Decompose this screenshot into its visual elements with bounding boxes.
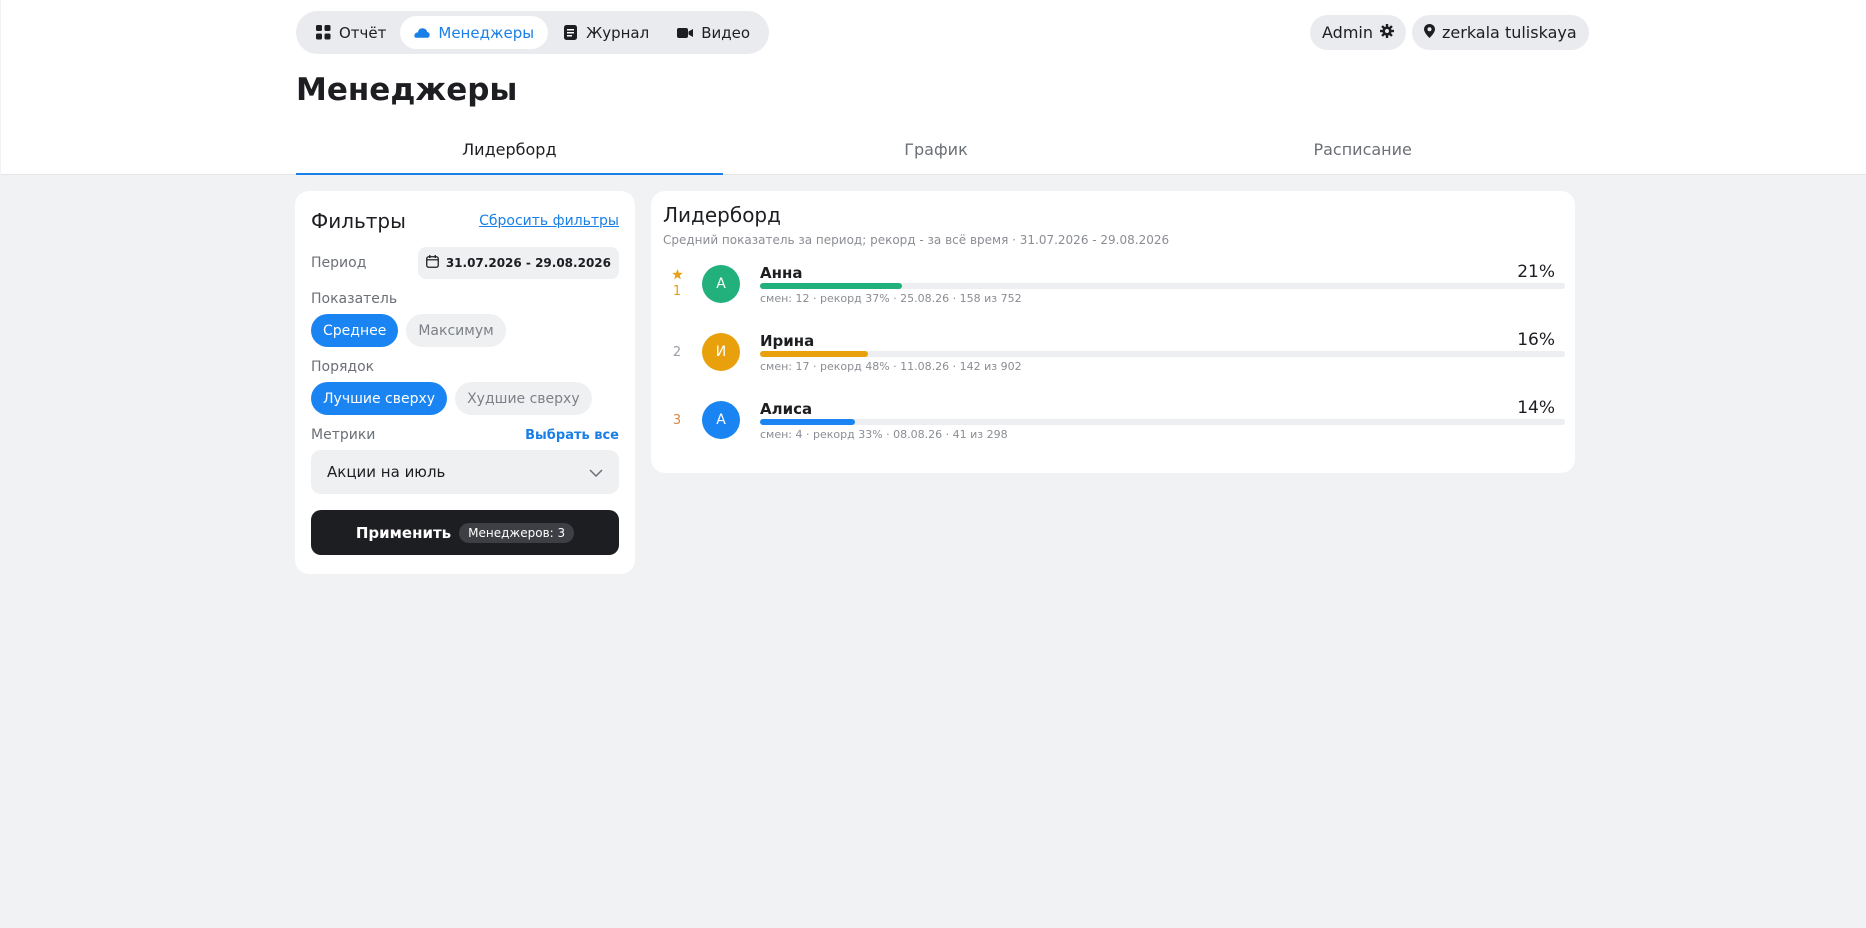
admin-label: Admin [1322,23,1373,42]
avatar: А [702,401,740,439]
order-best-first-chip[interactable]: Лучшие сверху [311,382,448,415]
main-nav: Отчёт Менеджеры Журнал Видео [296,11,770,54]
manager-name: Анна [760,264,803,282]
rank-indicator: 2 [669,332,685,372]
progress-track [760,351,1565,357]
top-header: Отчёт Менеджеры Журнал Видео Admin zerka… [1,0,1866,175]
tab-chart[interactable]: График [723,130,1150,175]
filters-panel: Фильтры Сбросить фильтры Период 31.07.20… [295,191,635,574]
tab-bar: Лидерборд График Расписание [296,130,1576,175]
filters-title: Фильтры [311,209,406,233]
tab-schedule[interactable]: Расписание [1149,130,1576,175]
rank-number: 2 [672,344,682,360]
reset-filters-link[interactable]: Сбросить фильтры [479,213,619,229]
indicator-options: Среднее Максимум [311,314,619,347]
metrics-select[interactable]: Акции на июль [311,450,619,494]
period-value: 31.07.2026 - 29.08.2026 [445,256,611,270]
leaderboard-title: Лидерборд [663,203,781,227]
chevron-down-icon [589,463,603,481]
avatar: И [702,333,740,371]
nav-item-label: Менеджеры [438,23,535,42]
select-all-link[interactable]: Выбрать все [525,428,619,443]
leaderboard-row[interactable]: 2 И Ирина 16% смен: 17 · рекорд 48% · 11… [663,330,1565,400]
calendar-icon [425,255,439,271]
rank-indicator: 1 [669,264,685,304]
leaderboard-panel: Лидерборд Средний показатель за период; … [651,191,1575,473]
order-worst-first-chip[interactable]: Худшие сверху [455,382,592,415]
leaderboard-row[interactable]: 1 А Анна 21% смен: 12 · рекорд 37% · 25.… [663,262,1565,332]
nav-item-journal[interactable]: Журнал [548,16,663,49]
nav-item-label: Журнал [586,23,650,42]
star-icon [671,269,683,284]
metrics-label: Метрики [311,427,376,443]
tab-leaderboard[interactable]: Лидерборд [296,130,723,175]
order-options: Лучшие сверху Худшие сверху [311,382,619,415]
manager-percent: 16% [1517,330,1555,350]
leaderboard-row[interactable]: 3 А Алиса 14% смен: 4 · рекорд 33% · 08.… [663,398,1565,468]
rank-number: 3 [672,412,682,428]
location-label: zerkala tuliskaya [1442,23,1577,42]
admin-button[interactable]: Admin [1310,15,1406,50]
nav-item-label: Видео [701,23,751,42]
avatar: А [702,265,740,303]
apply-label: Применить [355,523,452,542]
leaderboard-list: 1 А Анна 21% смен: 12 · рекорд 37% · 25.… [663,262,1565,468]
indicator-average-chip[interactable]: Среднее [311,314,399,347]
rank-number: 1 [672,284,682,299]
nav-item-video[interactable]: Видео [663,16,764,49]
grid-icon [315,25,331,41]
apply-button[interactable]: Применить Менеджеров: 3 [311,510,619,555]
progress-track [760,419,1565,425]
page-title: Менеджеры [296,72,518,108]
indicator-max-chip[interactable]: Максимум [406,314,506,347]
gear-icon [1380,23,1394,42]
manager-stats: смен: 12 · рекорд 37% · 25.08.26 · 158 и… [760,292,1022,305]
metrics-select-value: Акции на июль [327,463,446,481]
leaderboard-subtitle: Средний показатель за период; рекорд - з… [663,233,1170,247]
nav-item-label: Отчёт [339,23,387,42]
manager-stats: смен: 17 · рекорд 48% · 11.08.26 · 142 и… [760,360,1022,373]
rank-indicator: 3 [669,400,685,440]
manager-name: Алиса [760,400,813,418]
video-icon [677,25,694,41]
manager-name: Ирина [760,332,815,350]
progress-fill [760,351,869,357]
nav-item-managers[interactable]: Менеджеры [400,16,549,49]
journal-icon [562,25,578,41]
progress-fill [760,283,902,289]
cloud-icon [414,25,430,41]
location-button[interactable]: zerkala tuliskaya [1412,15,1589,50]
indicator-label: Показатель [311,291,398,307]
period-date-picker[interactable]: 31.07.2026 - 29.08.2026 [417,247,619,279]
managers-count-badge: Менеджеров: 3 [459,522,575,543]
progress-track [760,283,1565,289]
nav-item-report[interactable]: Отчёт [301,16,400,49]
progress-fill [760,419,855,425]
order-label: Порядок [311,359,375,375]
manager-percent: 21% [1517,262,1555,282]
period-label: Период [311,255,367,271]
manager-stats: смен: 4 · рекорд 33% · 08.08.26 · 41 из … [760,428,1008,441]
manager-percent: 14% [1517,398,1555,418]
location-pin-icon [1424,23,1435,42]
